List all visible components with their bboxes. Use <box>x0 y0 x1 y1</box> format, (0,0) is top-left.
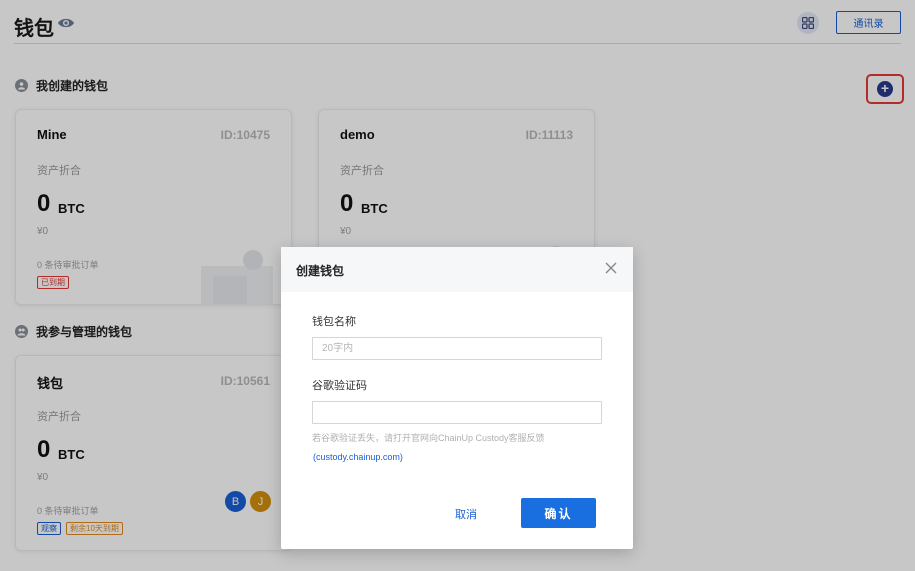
cancel-button[interactable]: 取消 <box>455 506 477 522</box>
close-icon[interactable] <box>604 261 618 275</box>
custody-link[interactable]: (custody.chainup.com) <box>313 452 403 462</box>
wallet-name-input[interactable] <box>312 337 602 360</box>
google-code-input[interactable] <box>312 401 602 424</box>
confirm-button[interactable]: 确认 <box>521 498 596 528</box>
dialog-header: 创建钱包 <box>281 247 633 292</box>
recovery-hint: 若谷歌验证丢失，请打开官网向ChainUp Custody客服反馈 <box>312 433 545 443</box>
create-wallet-dialog: 创建钱包 钱包名称 谷歌验证码 若谷歌验证丢失，请打开官网向ChainUp Cu… <box>281 247 633 549</box>
google-code-label: 谷歌验证码 <box>312 380 367 392</box>
dialog-title: 创建钱包 <box>296 264 345 278</box>
wallet-name-label: 钱包名称 <box>312 316 356 328</box>
